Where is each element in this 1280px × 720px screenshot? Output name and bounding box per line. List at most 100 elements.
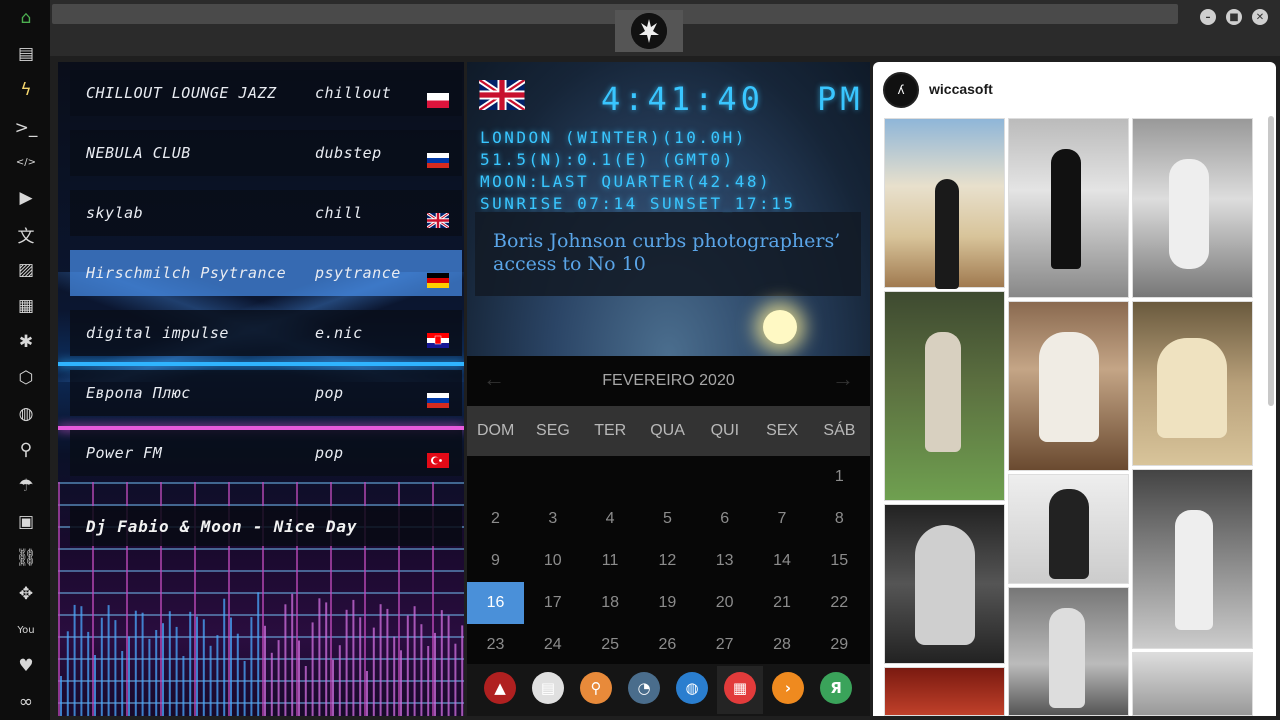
calendar-day[interactable]: 10	[524, 540, 581, 582]
terminal-icon[interactable]: >_	[13, 115, 39, 141]
cloud-icon[interactable]: ∞	[13, 689, 39, 715]
calendar-day[interactable]: 17	[524, 582, 581, 624]
station-row[interactable]: CHILLOUT LOUNGE JAZZ chillout	[70, 70, 462, 116]
calendar-day[interactable]: 24	[524, 624, 581, 666]
photo-thumbnail[interactable]	[1008, 301, 1129, 471]
eq-bar	[264, 625, 266, 716]
hexagon-icon[interactable]: ⬡	[13, 365, 39, 391]
eq-bar	[345, 609, 348, 716]
calendar-day[interactable]: 14	[754, 540, 811, 582]
station-row[interactable]: NEBULA CLUB dubstep	[70, 130, 462, 176]
calendar-day[interactable]: 13	[696, 540, 753, 582]
weekday-label: DOM	[476, 422, 515, 439]
eq-bar	[291, 593, 294, 716]
eq-bar	[94, 655, 96, 716]
station-row[interactable]: Power FM pop	[70, 430, 462, 476]
calendar-day[interactable]: 22	[811, 582, 868, 624]
calendar-day[interactable]: 29	[811, 624, 868, 666]
lightning-icon[interactable]: ϟ	[13, 77, 39, 103]
eq-bar	[393, 636, 396, 716]
globe-blue-icon[interactable]: ◍	[676, 672, 708, 704]
yandex-icon[interactable]: Я	[820, 672, 852, 704]
play-icon[interactable]: ▶	[13, 185, 39, 211]
calendar-day[interactable]: 20	[696, 582, 753, 624]
calendar-day[interactable]: 1	[811, 456, 868, 498]
image-icon[interactable]: ▨	[13, 257, 39, 283]
clock-icon[interactable]: ◔	[628, 672, 660, 704]
scrollbar[interactable]	[1268, 116, 1274, 406]
photo-thumbnail[interactable]	[1132, 301, 1253, 466]
calendar-icon[interactable]: ▦	[724, 672, 756, 704]
document-icon[interactable]: ▤	[13, 41, 39, 67]
heart-icon[interactable]: ♥	[13, 653, 39, 679]
search-icon[interactable]: ⚲	[13, 437, 39, 463]
calendar-day[interactable]: 8	[811, 498, 868, 540]
maximize-button[interactable]: ■	[1226, 9, 1242, 25]
eq-bar	[352, 599, 355, 716]
photo-thumbnail[interactable]	[884, 118, 1005, 289]
globe-icon[interactable]: ◍	[13, 401, 39, 427]
translate-icon[interactable]: 文	[13, 221, 39, 247]
calendar-day[interactable]: 11	[582, 540, 639, 582]
eq-bar	[434, 632, 436, 716]
calendar-day[interactable]: 3	[524, 498, 581, 540]
profile-username[interactable]: wiccasoft	[929, 81, 993, 97]
photo-thumbnail[interactable]	[1008, 587, 1129, 716]
calendar-day[interactable]: 2	[467, 498, 524, 540]
youtube-icon[interactable]: You	[13, 617, 39, 643]
rebel-emblem-tab[interactable]	[615, 10, 683, 52]
calendar-day[interactable]: 5	[639, 498, 696, 540]
minimize-button[interactable]: –	[1200, 9, 1216, 25]
calendar-day[interactable]: 7	[754, 498, 811, 540]
photo-thumbnail[interactable]	[1132, 118, 1253, 298]
link-icon[interactable]: ⛓	[13, 545, 39, 571]
profile-avatar[interactable]: ʎ	[883, 72, 919, 108]
chevron-orange-icon[interactable]: ›	[772, 672, 804, 704]
news-headline-card[interactable]: Boris Johnson curbs photographers’ acces…	[475, 212, 861, 296]
station-row[interactable]: skylab chill	[70, 190, 462, 236]
eq-bar	[243, 661, 246, 716]
photo-thumbnail[interactable]	[884, 667, 1005, 716]
calendar-day[interactable]: 4	[582, 498, 639, 540]
asterisk-icon[interactable]: ✱	[13, 329, 39, 355]
close-button[interactable]: ✕	[1252, 9, 1268, 25]
station-row[interactable]: digital impulse e.nic	[70, 310, 462, 356]
news-icon[interactable]: ▦	[13, 293, 39, 319]
calendar-day[interactable]: 6	[696, 498, 753, 540]
news-reader-icon[interactable]: ▤	[532, 672, 564, 704]
eq-bar	[148, 638, 151, 716]
app-red-triangle-icon[interactable]: ▲	[484, 672, 516, 704]
photo-thumbnail[interactable]	[884, 291, 1005, 501]
calendar-day[interactable]: 19	[639, 582, 696, 624]
calendar-day-today[interactable]: 16	[467, 582, 524, 624]
calendar-day[interactable]: 26	[639, 624, 696, 666]
calendar-day[interactable]: 21	[754, 582, 811, 624]
photo-figure	[935, 179, 959, 289]
photo-thumbnail[interactable]	[1008, 474, 1129, 584]
calendar-day[interactable]: 27	[696, 624, 753, 666]
station-row[interactable]: Hirschmilch Psytrance psytrance	[70, 250, 462, 296]
home-icon[interactable]: ⌂	[13, 5, 39, 31]
next-month-icon[interactable]: →	[832, 366, 854, 392]
calendar-day[interactable]: 18	[582, 582, 639, 624]
code-icon[interactable]: </>	[13, 149, 39, 175]
calendar-day[interactable]: 25	[582, 624, 639, 666]
photo-thumbnail[interactable]	[884, 504, 1005, 664]
calendar-day[interactable]: 9	[467, 540, 524, 582]
photo-thumbnail[interactable]	[1132, 469, 1253, 649]
photo-thumbnail[interactable]	[1008, 118, 1129, 298]
contact-icon[interactable]: ▣	[13, 509, 39, 535]
calendar-day[interactable]: 28	[754, 624, 811, 666]
prev-month-icon[interactable]: ←	[483, 366, 505, 392]
umbrella-icon[interactable]: ☂	[13, 473, 39, 499]
photo-thumbnail[interactable]	[1132, 652, 1253, 716]
eq-bar	[332, 659, 334, 716]
calendar-day[interactable]: 23	[467, 624, 524, 666]
search-orange-icon[interactable]: ⚲	[580, 672, 612, 704]
calendar-day[interactable]: 12	[639, 540, 696, 582]
station-name: CHILLOUT LOUNGE JAZZ	[86, 84, 277, 102]
calendar-day[interactable]: 15	[811, 540, 868, 582]
calendar-header: ← FEVEREIRO 2020 →	[467, 356, 870, 406]
move-icon[interactable]: ✥	[13, 581, 39, 607]
station-row[interactable]: Европа Плюс pop	[70, 370, 462, 416]
